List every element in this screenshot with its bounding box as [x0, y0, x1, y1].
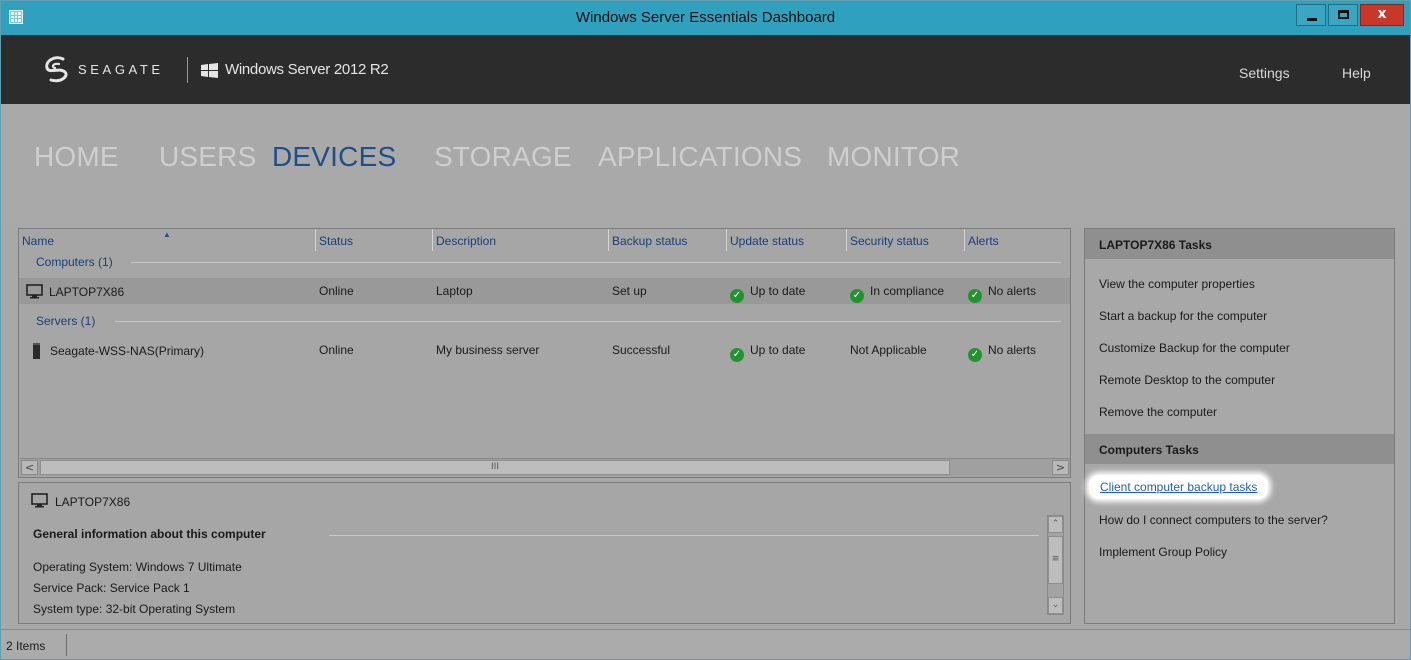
task-remove-computer[interactable]: Remove the computer	[1099, 405, 1217, 419]
scroll-thumb[interactable]: III	[40, 460, 950, 475]
check-icon: ✓	[968, 289, 982, 303]
cell-update-status: ✓ Up to date	[730, 284, 805, 303]
cell-description: Laptop	[436, 284, 473, 298]
window-title: Windows Server Essentials Dashboard	[575, 9, 836, 26]
alerts-text: No alerts	[988, 284, 1037, 298]
info-operating-system: Operating System: Windows 7 Ultimate	[33, 560, 242, 574]
nav-applications[interactable]: APPLICATIONS	[598, 141, 802, 173]
cell-backup-status: Set up	[612, 284, 647, 298]
monitor-icon	[31, 493, 48, 508]
group-divider	[131, 262, 1061, 263]
devices-grid: Name ▲ Status Description Backup status …	[18, 228, 1071, 478]
status-divider	[66, 634, 67, 656]
nav-devices[interactable]: DEVICES	[272, 141, 396, 173]
scroll-up-button[interactable]: ⌃	[1048, 516, 1063, 533]
seagate-wordmark: SEAGATE	[78, 62, 164, 77]
info-service-pack: Service Pack: Service Pack 1	[33, 581, 190, 595]
cell-alerts: ✓ No alerts	[968, 284, 1036, 303]
column-header-name[interactable]: Name ▲	[19, 229, 315, 251]
server-icon	[33, 343, 40, 359]
cell-backup-status: Successful	[612, 343, 671, 357]
alerts-text: No alerts	[988, 343, 1037, 357]
task-connect-computers[interactable]: How do I connect computers to the server…	[1099, 513, 1328, 527]
computers-tasks-header: Computers Tasks	[1085, 434, 1394, 464]
main-nav: HOME USERS DEVICES STORAGE APPLICATIONS …	[1, 104, 1410, 224]
cell-update-status: ✓ Up to date	[730, 343, 805, 362]
group-servers[interactable]: Servers (1)	[36, 314, 95, 328]
sort-ascending-icon: ▲	[163, 230, 171, 239]
maximize-button[interactable]	[1328, 4, 1358, 26]
group-divider	[115, 321, 1061, 322]
brand-divider	[187, 57, 188, 83]
cell-alerts: ✓ No alerts	[968, 343, 1036, 362]
column-header-backup-status[interactable]: Backup status	[608, 229, 726, 251]
status-bar: 2 Items	[1, 629, 1410, 659]
nav-users[interactable]: USERS	[159, 141, 256, 173]
seagate-logo-icon	[45, 56, 68, 83]
title-bar[interactable]: Windows Server Essentials Dashboard x	[1, 1, 1410, 35]
check-icon: ✓	[730, 289, 744, 303]
cell-security-status: ✓ In compliance	[850, 284, 944, 303]
column-header-description[interactable]: Description	[432, 229, 608, 251]
table-row[interactable]: Seagate-WSS-NAS(Primary) Online My busin…	[19, 337, 1070, 363]
dashboard-window: Windows Server Essentials Dashboard x SE…	[0, 0, 1411, 660]
tasks-panel: LAPTOP7X86 Tasks View the computer prope…	[1084, 228, 1395, 624]
column-header-status[interactable]: Status	[315, 229, 432, 251]
check-icon: ✓	[730, 348, 744, 362]
brand-bar: SEAGATE Windows Server 2012 R2 Settings …	[1, 35, 1410, 104]
item-count: 2 Items	[6, 639, 46, 653]
details-section-heading: General information about this computer	[33, 527, 266, 541]
column-header-alerts[interactable]: Alerts	[964, 229, 1070, 251]
windows-logo-icon	[201, 63, 218, 78]
cell-name: Seagate-WSS-NAS(Primary)	[33, 343, 204, 359]
security-text: In compliance	[870, 284, 945, 298]
window-controls: x	[1294, 4, 1404, 26]
task-customize-backup[interactable]: Customize Backup for the computer	[1099, 341, 1290, 355]
scroll-right-button[interactable]: >	[1052, 460, 1069, 475]
details-title: LAPTOP7X86	[55, 495, 131, 509]
scroll-thumb[interactable]: ≡	[1048, 536, 1063, 584]
task-remote-desktop[interactable]: Remote Desktop to the computer	[1099, 373, 1275, 387]
minimize-button[interactable]	[1296, 4, 1326, 26]
device-name: Seagate-WSS-NAS(Primary)	[50, 344, 205, 358]
computer-tasks-header: LAPTOP7X86 Tasks	[1085, 229, 1394, 259]
task-client-backup[interactable]: Client computer backup tasks	[1089, 475, 1269, 499]
task-view-properties[interactable]: View the computer properties	[1099, 277, 1255, 291]
help-link[interactable]: Help	[1342, 65, 1371, 81]
minimize-icon	[1307, 18, 1317, 21]
update-text: Up to date	[750, 284, 806, 298]
section-divider	[329, 535, 1039, 536]
monitor-icon	[26, 284, 43, 299]
info-system-type: System type: 32-bit Operating System	[33, 602, 236, 616]
group-computers[interactable]: Computers (1)	[36, 255, 113, 269]
column-header-label: Name	[22, 234, 55, 248]
scroll-left-button[interactable]: <	[21, 460, 38, 475]
column-header-update-status[interactable]: Update status	[726, 229, 846, 251]
column-header-security-status[interactable]: Security status	[846, 229, 964, 251]
nav-monitor[interactable]: MONITOR	[827, 141, 960, 173]
task-start-backup[interactable]: Start a backup for the computer	[1099, 309, 1267, 323]
cell-description: My business server	[436, 343, 540, 357]
table-row[interactable]: LAPTOP7X86 Online Laptop Set up ✓ Up to d…	[19, 278, 1070, 304]
nav-storage[interactable]: STORAGE	[434, 141, 572, 173]
cell-security-status: Not Applicable	[850, 343, 927, 357]
close-button[interactable]: x	[1360, 4, 1404, 26]
cell-status: Online	[319, 343, 354, 357]
scroll-down-button[interactable]: ⌄	[1048, 597, 1063, 614]
check-icon: ✓	[850, 289, 864, 303]
cell-status: Online	[319, 284, 354, 298]
task-group-policy[interactable]: Implement Group Policy	[1099, 545, 1227, 559]
details-panel: LAPTOP7X86 General information about thi…	[18, 482, 1071, 624]
nav-home[interactable]: HOME	[34, 141, 119, 173]
device-name: LAPTOP7X86	[49, 285, 125, 299]
maximize-icon	[1338, 10, 1349, 19]
update-text: Up to date	[750, 343, 806, 357]
product-name: Windows Server 2012 R2	[225, 61, 389, 78]
cell-name: LAPTOP7X86	[26, 284, 124, 299]
close-icon: x	[1377, 6, 1387, 22]
vertical-scrollbar[interactable]: ⌃ ≡ ⌄	[1047, 515, 1064, 615]
horizontal-scrollbar[interactable]: < III >	[20, 458, 1070, 476]
settings-link[interactable]: Settings	[1239, 65, 1290, 81]
check-icon: ✓	[968, 348, 982, 362]
